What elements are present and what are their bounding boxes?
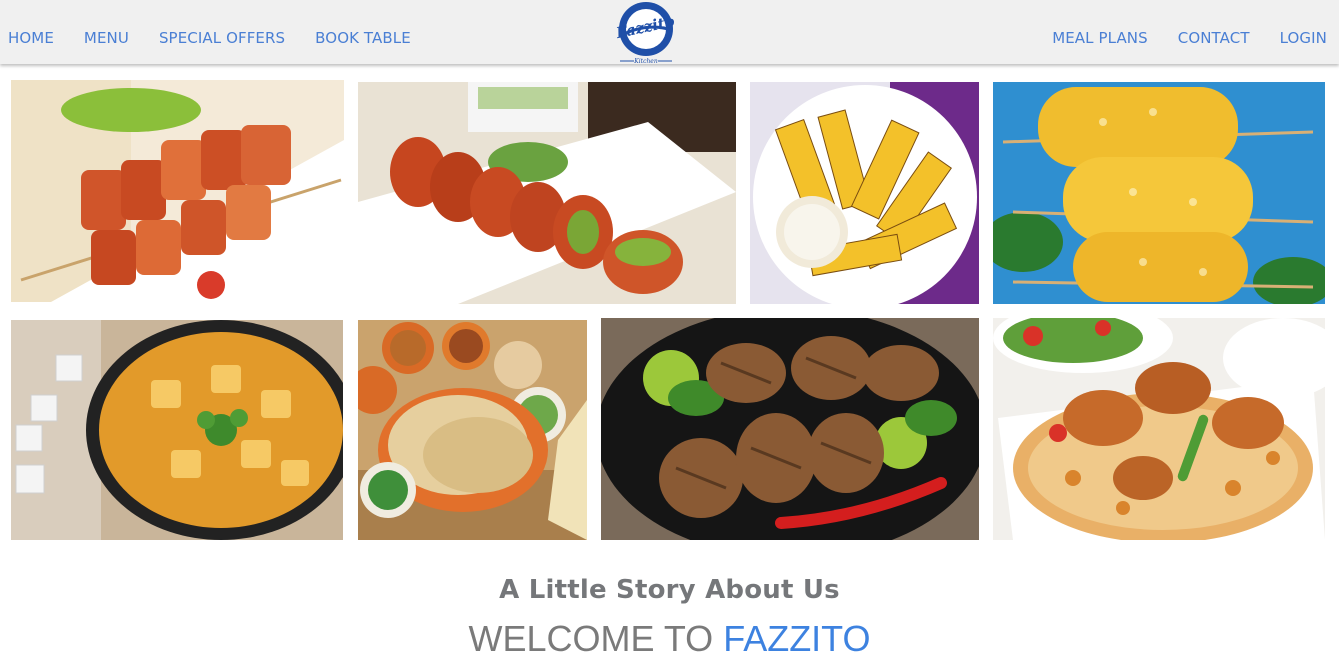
chicken-biryani-image [993,318,1325,540]
nav-meal-plans-link[interactable]: MEAL PLANS [1052,29,1148,47]
indian-thali-image [358,320,587,540]
grilled-chicken-image [601,318,979,540]
top-navbar: HOME MENU SPECIAL OFFERS BOOK TABLE Fazz… [0,0,1339,66]
nav-left-group: HOME MENU SPECIAL OFFERS BOOK TABLE [8,0,441,64]
grilled-pineapple-image [750,82,979,304]
welcome-brand: FAZZITO [723,618,871,659]
nav-login-link[interactable]: LOGIN [1280,29,1327,47]
nav-menu-link[interactable]: MENU [84,29,129,47]
paneer-tikka-image [11,80,344,302]
nav-special-offers-link[interactable]: SPECIAL OFFERS [159,29,285,47]
nav-home-link[interactable]: HOME [8,29,54,47]
fazzito-logo-icon: Fazzito Kitchen [614,2,676,65]
nav-right-group: MEAL PLANS CONTACT LOGIN [1022,0,1327,64]
story-heading: A Little Story About Us [499,575,840,605]
corn-skewers-image [993,82,1325,304]
welcome-heading: WELCOME TO FAZZITO [0,618,1339,660]
nav-contact-link[interactable]: CONTACT [1178,29,1250,47]
welcome-prefix: WELCOME TO [468,618,724,659]
fazzito-logo[interactable]: Fazzito Kitchen [612,0,680,66]
nav-book-table-link[interactable]: BOOK TABLE [315,29,411,47]
kebab-rolls-image [358,82,736,304]
logo-subtitle-text: Kitchen [633,58,658,65]
paneer-curry-image [11,320,343,540]
